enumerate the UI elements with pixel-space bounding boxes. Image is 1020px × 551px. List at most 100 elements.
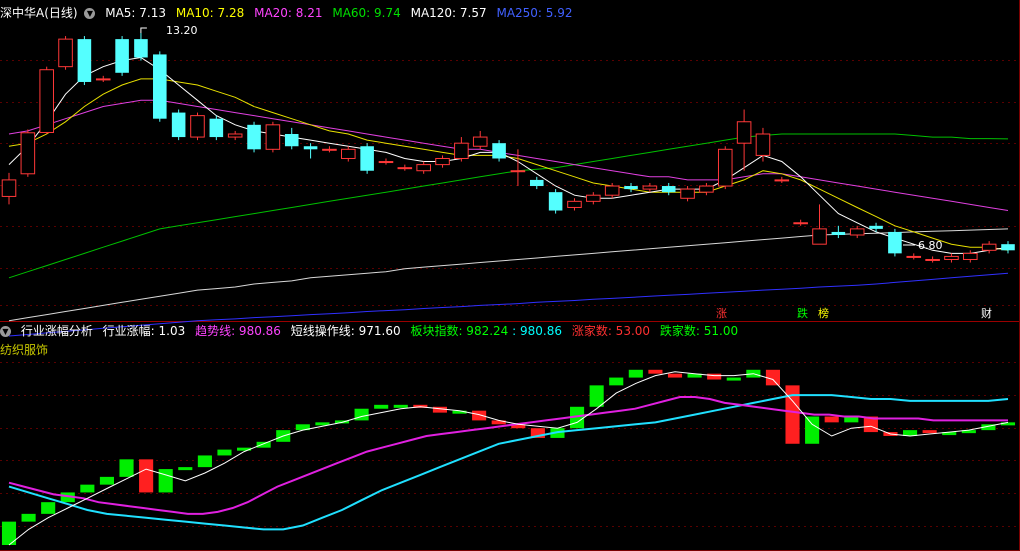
main-panel-header: 深中华A(日线) ▼ MA5: 7.13 MA10: 7.28 MA20: 8.… — [0, 5, 579, 21]
index-bar-down — [922, 430, 937, 434]
index-bar-down — [667, 373, 683, 378]
index-bar-up — [628, 369, 643, 378]
cyan-line-label: : 980.86 — [512, 324, 562, 338]
sector-index-label: 板块指数: 982.24 — [410, 324, 509, 338]
candle-body-up — [586, 194, 601, 202]
event-marker-rank[interactable]: 榜 — [818, 308, 829, 320]
candle-body-down — [115, 39, 129, 73]
event-marker-down[interactable]: 跌 — [797, 308, 808, 320]
chart-canvas — [0, 0, 1020, 551]
down-count-label: 跌家数: 51.00 — [659, 324, 739, 338]
index-bar-up — [158, 469, 173, 493]
candle-body-up — [736, 121, 752, 144]
ma120-line — [8, 228, 1009, 322]
low-price-label: 6.80 — [918, 239, 943, 252]
candle-body-up — [963, 252, 978, 260]
event-marker-up[interactable]: 涨 — [716, 308, 727, 320]
index-bar-up — [374, 404, 389, 409]
candle-body-up — [567, 200, 582, 208]
candle-body-down — [624, 186, 638, 190]
candle-body-up — [58, 38, 73, 68]
sector-name: 纺织服饰 — [0, 343, 49, 357]
candle-body-up — [20, 132, 36, 175]
candle-body-up — [472, 136, 488, 147]
stock-chart-window: 深中华A(日线) ▼ MA5: 7.13 MA10: 7.28 MA20: 8.… — [0, 0, 1020, 551]
short-line-label: 短线操作线: 971.60 — [290, 324, 401, 338]
panel-menu-icon[interactable]: ▼ — [84, 8, 96, 19]
event-marker-finance[interactable]: 财 — [981, 308, 992, 320]
index-bar-down — [648, 369, 663, 374]
ma10-label: MA10: 7.28 — [175, 6, 245, 20]
candle-body-up — [717, 148, 733, 187]
candle-body-up — [340, 148, 356, 159]
candle-body-down — [1001, 244, 1015, 251]
candle-body-up — [397, 167, 413, 170]
trend-line-label: 趋势线: 980.86 — [195, 324, 281, 338]
candle-body-down — [77, 39, 92, 82]
candle-body-down — [492, 143, 506, 159]
candle-body-down — [831, 231, 846, 235]
candle-body-up — [435, 157, 450, 166]
candle-body-down — [247, 124, 261, 150]
index-bar-up — [805, 416, 820, 444]
candle-body-down — [134, 39, 148, 58]
candle-body-down — [171, 112, 186, 138]
candle-body-up — [849, 228, 865, 236]
ma120-label: MA120: 7.57 — [410, 6, 487, 20]
candle-body-up — [774, 179, 790, 182]
candle-body-up — [190, 115, 205, 138]
candle-body-up — [378, 161, 394, 164]
candle-body-up — [604, 185, 620, 196]
index-bar-down — [824, 416, 839, 423]
index-bar-up — [99, 476, 114, 485]
candle-body-up — [510, 170, 526, 173]
candle-body-up — [265, 124, 281, 150]
candle-body-up — [95, 78, 111, 81]
index-bar-up — [80, 484, 95, 493]
candle-body-down — [661, 186, 676, 193]
candle-body-down — [888, 231, 902, 254]
industry-change-label: 行业涨幅: 1.03 — [102, 324, 186, 338]
index-bar-up — [41, 502, 56, 514]
ma5-label: MA5: 7.13 — [105, 6, 167, 20]
index-bar-up — [178, 467, 193, 471]
index-bar-up — [393, 404, 408, 408]
index-bar-up — [217, 449, 232, 456]
candle-body-down — [209, 118, 224, 138]
candle-body-up — [416, 164, 431, 172]
index-bar-up — [726, 377, 741, 381]
candle-body-up — [454, 142, 469, 159]
index-bar-up — [119, 459, 134, 477]
indicator-menu-icon[interactable]: ▼ — [0, 326, 11, 337]
candle-body-up — [680, 188, 695, 199]
candle-body-up — [925, 258, 940, 261]
index-bar-up — [589, 385, 604, 407]
candle-body-up — [227, 133, 243, 138]
index-bar-up — [354, 408, 369, 421]
candle-body-up — [812, 228, 827, 245]
candle-body-up — [906, 255, 922, 258]
candle-body-down — [153, 54, 167, 119]
candle-body-down — [360, 146, 374, 171]
ma20-label: MA20: 8.21 — [254, 6, 323, 20]
index-bar-down — [707, 373, 722, 380]
index-bar-up — [197, 455, 212, 468]
high-price-label: 13.20 — [166, 24, 198, 37]
indicator-panel-header: ▼ 行业涨幅分析 行业涨幅: 1.03 趋势线: 980.86 短线操作线: 9… — [0, 323, 744, 339]
index-bar-up — [609, 377, 624, 386]
candle-body-up — [39, 69, 54, 133]
candle-body-up — [1, 179, 17, 197]
stock-title[interactable]: 深中华A(日线) — [0, 6, 78, 20]
up-count-label: 涨家数: 53.00 — [571, 324, 651, 338]
ma60-label: MA60: 9.74 — [332, 6, 401, 20]
ma250-label: MA250: 5.92 — [496, 6, 573, 20]
candle-body-up — [793, 222, 808, 225]
candle-body-up — [755, 133, 771, 156]
indicator-name[interactable]: 行业涨幅分析 — [21, 324, 93, 338]
ma60-line — [8, 133, 1009, 279]
index-bar-up — [256, 441, 271, 448]
candle-body-down — [284, 134, 299, 147]
candle-body-down — [548, 192, 563, 211]
candle-body-down — [303, 146, 318, 150]
candle-body-up — [322, 148, 337, 151]
